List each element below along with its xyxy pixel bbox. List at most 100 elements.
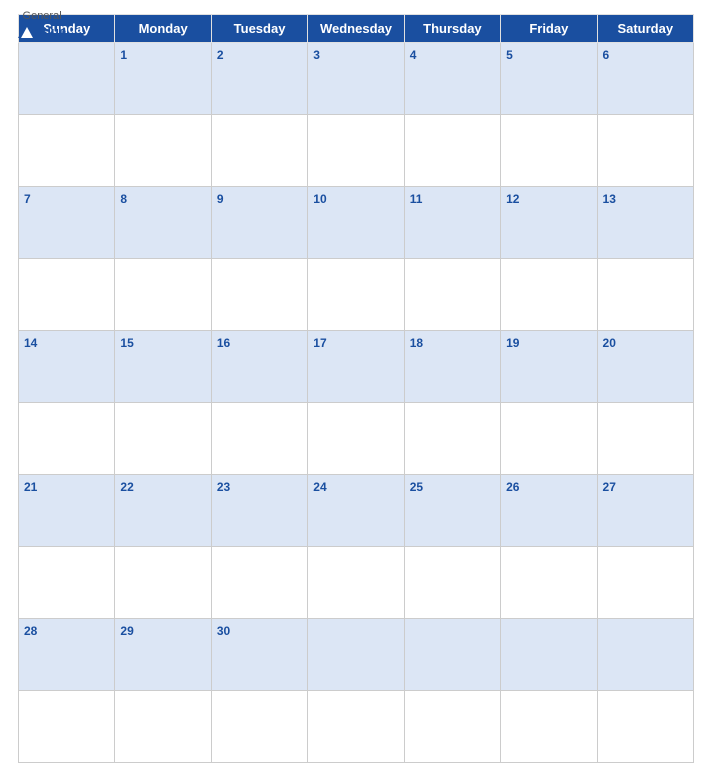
date-cell: 29 [115, 619, 211, 691]
weekday-header-wednesday: Wednesday [308, 15, 404, 43]
content-cell [501, 115, 597, 187]
date-cell [308, 619, 404, 691]
date-cell: 4 [404, 43, 500, 115]
week-content-row-1 [19, 259, 694, 331]
content-cell [501, 547, 597, 619]
date-cell: 10 [308, 187, 404, 259]
date-cell: 27 [597, 475, 693, 547]
date-cell [501, 619, 597, 691]
date-cell: 28 [19, 619, 115, 691]
logo: General Blue [18, 10, 66, 41]
content-cell [115, 691, 211, 763]
date-cell: 22 [115, 475, 211, 547]
weekday-header-thursday: Thursday [404, 15, 500, 43]
day-number: 4 [410, 48, 417, 62]
week-date-row-0: 12 3 4 5 6 [19, 43, 694, 115]
content-cell [597, 115, 693, 187]
date-cell: 7 [19, 187, 115, 259]
content-cell [404, 547, 500, 619]
date-cell: 14 [19, 331, 115, 403]
date-cell: 11 [404, 187, 500, 259]
day-number: 3 [313, 48, 320, 62]
content-cell [404, 691, 500, 763]
logo-general-text: General [23, 10, 62, 22]
day-number: 2 [217, 48, 224, 62]
date-cell: 19 [501, 331, 597, 403]
content-cell [501, 691, 597, 763]
day-number: 19 [506, 336, 519, 350]
content-cell [308, 259, 404, 331]
week-content-row-3 [19, 547, 694, 619]
weekday-header-friday: Friday [501, 15, 597, 43]
date-cell: 25 [404, 475, 500, 547]
week-date-row-1: 78910111213 [19, 187, 694, 259]
day-number: 9 [217, 192, 224, 206]
day-number: 6 [603, 48, 610, 62]
content-cell [308, 115, 404, 187]
day-number: 25 [410, 480, 423, 494]
date-cell: 16 [211, 331, 307, 403]
day-number: 17 [313, 336, 326, 350]
day-number: 7 [24, 192, 31, 206]
content-cell [19, 115, 115, 187]
week-content-row-0 [19, 115, 694, 187]
day-number: 12 [506, 192, 519, 206]
content-cell [115, 259, 211, 331]
content-cell [597, 403, 693, 475]
day-number: 30 [217, 624, 230, 638]
week-date-row-4: 28 29 30 [19, 619, 694, 691]
date-cell: 12 [501, 187, 597, 259]
day-number: 21 [24, 480, 37, 494]
day-number: 10 [313, 192, 326, 206]
content-cell [211, 547, 307, 619]
content-cell [115, 403, 211, 475]
content-cell [597, 259, 693, 331]
date-cell: 1 [115, 43, 211, 115]
date-cell: 15 [115, 331, 211, 403]
content-cell [404, 403, 500, 475]
day-number: 28 [24, 624, 37, 638]
weekday-header-saturday: Saturday [597, 15, 693, 43]
date-cell: 26 [501, 475, 597, 547]
content-cell [211, 403, 307, 475]
day-number: 27 [603, 480, 616, 494]
content-cell [308, 403, 404, 475]
week-date-row-2: 14 15 16 17 18 19 20 [19, 331, 694, 403]
date-cell: 20 [597, 331, 693, 403]
content-cell [501, 403, 597, 475]
content-cell [404, 115, 500, 187]
day-number: 22 [120, 480, 133, 494]
content-cell [597, 547, 693, 619]
calendar-table: SundayMondayTuesdayWednesdayThursdayFrid… [18, 14, 694, 763]
date-cell: 24 [308, 475, 404, 547]
content-cell [404, 259, 500, 331]
date-cell: 6 [597, 43, 693, 115]
day-number: 5 [506, 48, 513, 62]
day-number: 15 [120, 336, 133, 350]
day-number: 14 [24, 336, 37, 350]
day-number: 13 [603, 192, 616, 206]
day-number: 16 [217, 336, 230, 350]
day-number: 23 [217, 480, 230, 494]
logo-blue-text: Blue [18, 22, 66, 41]
weekday-header-tuesday: Tuesday [211, 15, 307, 43]
content-cell [597, 691, 693, 763]
date-cell: 5 [501, 43, 597, 115]
content-cell [115, 115, 211, 187]
content-cell [211, 691, 307, 763]
date-cell [19, 43, 115, 115]
content-cell [19, 547, 115, 619]
day-number: 26 [506, 480, 519, 494]
content-cell [211, 259, 307, 331]
content-cell [19, 403, 115, 475]
date-cell [404, 619, 500, 691]
date-cell: 9 [211, 187, 307, 259]
week-date-row-3: 21 22 23 24 25 26 27 [19, 475, 694, 547]
week-content-row-4 [19, 691, 694, 763]
logo-triangle-icon [18, 22, 36, 41]
date-cell: 18 [404, 331, 500, 403]
day-number: 20 [603, 336, 616, 350]
date-cell: 13 [597, 187, 693, 259]
content-cell [19, 691, 115, 763]
content-cell [211, 115, 307, 187]
